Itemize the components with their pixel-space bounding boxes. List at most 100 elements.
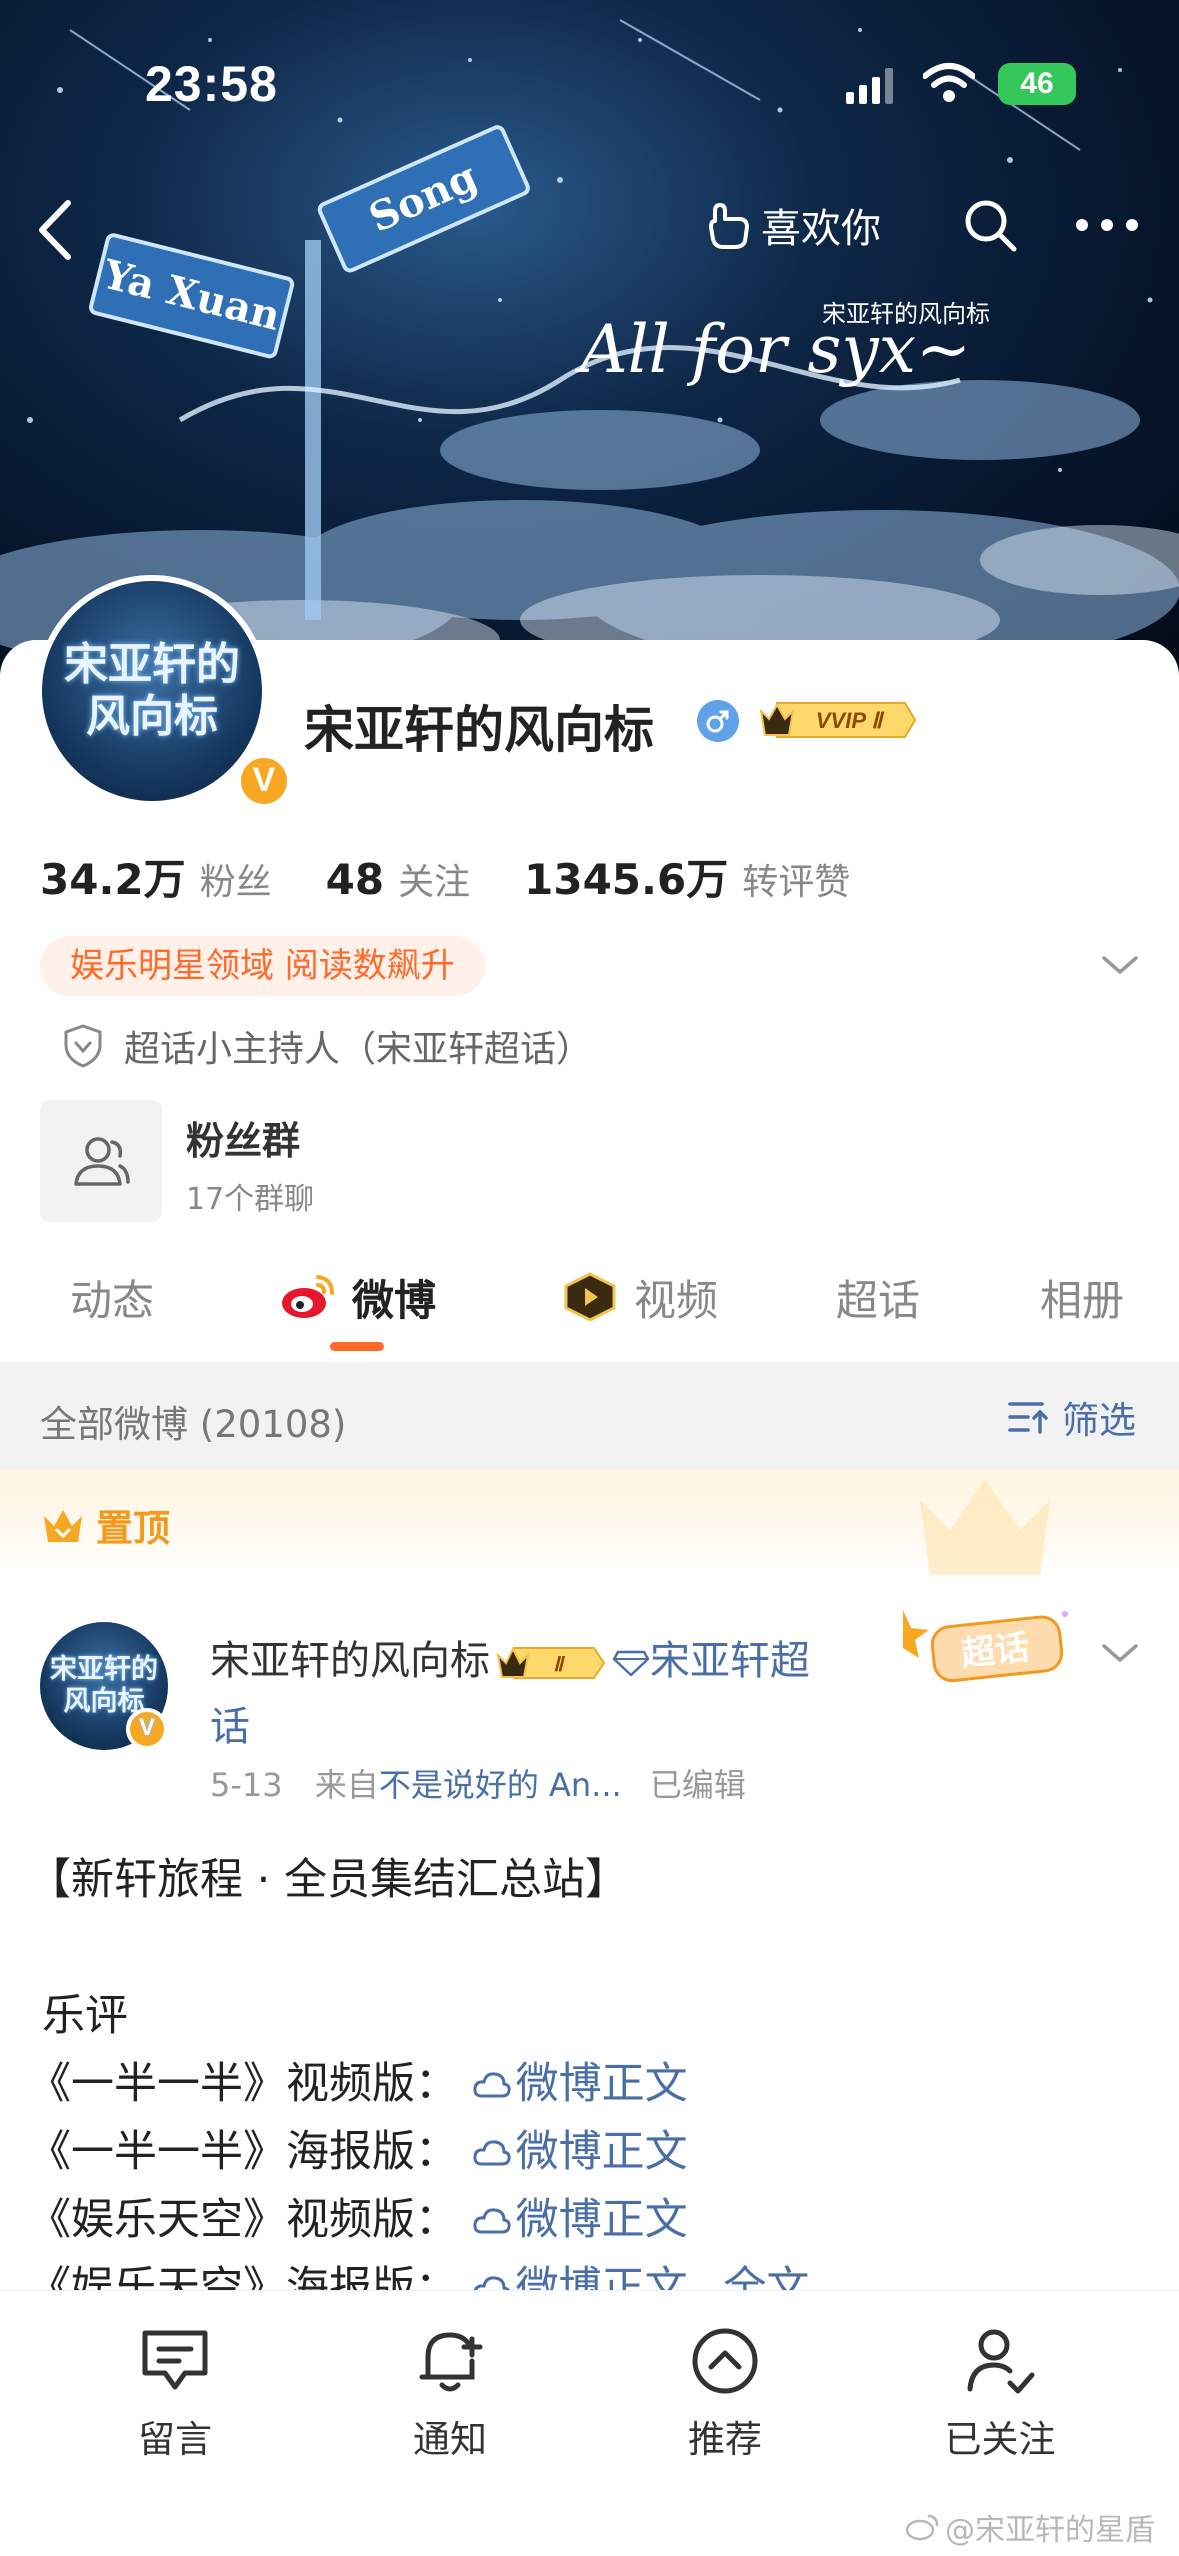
post-item-link[interactable]: 微博正文: [472, 2059, 688, 2109]
bell-plus-icon: [419, 2332, 483, 2392]
post-item-link[interactable]: 微博正文: [472, 2127, 688, 2177]
weibo-watermark: @宋亚轩的星盾: [905, 2505, 1155, 2549]
post-item-label: 《娱乐天空》视频版：: [28, 2195, 458, 2245]
post-source-prefix: 来自: [314, 1766, 379, 1804]
post-item-label: 《一半一半》视频版：: [28, 2059, 458, 2109]
profile-name: 宋亚轩的风向标: [304, 701, 654, 759]
comment-label: 留言: [138, 2418, 212, 2461]
trending-tag[interactable]: 娱乐明星领域 阅读数飙升: [40, 936, 485, 996]
post-meta: 5-13 来自不是说好的 An... 已编辑: [210, 1760, 746, 1806]
post-title: 【新轩旅程 · 全员集结汇总站】: [28, 1855, 629, 1905]
tab-weibo[interactable]: 微博: [278, 1262, 436, 1332]
following-count[interactable]: 48: [326, 855, 384, 904]
filter-label: 筛选: [1062, 1399, 1136, 1442]
back-arrow-icon[interactable]: [30, 195, 80, 265]
supertalk-host-row[interactable]: 超话小主持人（宋亚轩超话）: [62, 1020, 592, 1072]
recommend-label: 推荐: [688, 2418, 762, 2461]
chevron-down-icon[interactable]: [1100, 952, 1140, 978]
following-status-button[interactable]: 已关注: [900, 2321, 1100, 2463]
avatar-image: 宋亚轩的 风向标: [42, 581, 262, 801]
post-body[interactable]: 【新轩旅程 · 全员集结汇总站】 乐评 《一半一半》视频版： 微博正文 《一半一…: [28, 1846, 1148, 2322]
cellular-signal-icon: [846, 68, 893, 104]
crown-icon: [44, 1510, 82, 1542]
pinned-header: 置顶: [0, 1470, 1179, 1580]
interactions-label: 转评赞: [742, 862, 851, 903]
tab-album[interactable]: 相册: [1040, 1262, 1124, 1332]
like-you-label: 喜欢你: [761, 206, 881, 252]
following-label[interactable]: 关注: [398, 853, 470, 905]
post-edited-label: 已编辑: [649, 1766, 746, 1804]
user-check-icon: [967, 2329, 1035, 2394]
search-icon[interactable]: [960, 195, 1020, 255]
crown-decoration-icon: [920, 1480, 1050, 1575]
weibo-logo-icon: [282, 1275, 334, 1318]
watermark-text: @宋亚轩的星盾: [945, 2513, 1155, 2548]
filter-button[interactable]: 筛选: [1006, 1390, 1136, 1444]
supertalk-host-label: 超话小主持人（宋亚轩超话）: [124, 1029, 593, 1070]
post-author-block: 宋亚轩的风向标 Ⅱ 宋亚轩超话: [210, 1628, 830, 1760]
filter-sort-icon: [1008, 1402, 1048, 1434]
tab-dynamics-label: 动态: [70, 1275, 155, 1325]
profile-avatar[interactable]: 宋亚轩的 风向标 V: [36, 575, 292, 809]
chevron-up-circle-icon: [692, 2328, 758, 2394]
tab-dynamics[interactable]: 动态: [70, 1262, 154, 1332]
profile-tabs: 动态 微博 视频 超话 相册: [0, 1262, 1179, 1352]
post-source-link[interactable]: 不是说好的 An...: [379, 1766, 622, 1804]
post-item: 《一半一半》视频版： 微博正文: [28, 2050, 1148, 2118]
tab-supertalk[interactable]: 超话: [836, 1262, 920, 1332]
interactions-count: 1345.6万: [524, 855, 729, 904]
post-menu-chevron-icon[interactable]: [1100, 1640, 1140, 1666]
notify-button[interactable]: 通知: [350, 2321, 550, 2463]
weibo-watermark-icon: [905, 2514, 939, 2541]
fan-group-title[interactable]: 粉丝群: [186, 1110, 300, 1165]
all-posts-count: 全部微博 (20108): [40, 1403, 347, 1446]
post-section-label: 乐评: [42, 1991, 128, 2041]
fan-group-icon-box[interactable]: [40, 1100, 162, 1222]
post-avatar-text-line1: 宋亚轩的: [50, 1654, 158, 1685]
following-status-label: 已关注: [944, 2418, 1056, 2461]
tab-album-label: 相册: [1040, 1275, 1125, 1325]
cloud-link-icon: [473, 2140, 511, 2166]
video-play-icon: [564, 1272, 616, 1322]
fan-group-subtitle: 17个群聊: [186, 1182, 315, 1217]
avatar-text-line1: 宋亚轩的: [64, 639, 240, 690]
pinned-label: 置顶: [96, 1507, 170, 1550]
hand-heart-icon: [709, 203, 749, 249]
more-options-icon[interactable]: [1072, 210, 1142, 240]
post-item-label: 《一半一半》海报版：: [28, 2127, 458, 2177]
recommend-button[interactable]: 推荐: [625, 2321, 825, 2463]
comment-icon: [142, 2330, 208, 2390]
followers-count[interactable]: 34.2万: [40, 846, 186, 907]
post-verified-v-icon: V: [126, 1708, 168, 1750]
like-you-button[interactable]: 喜欢你: [705, 195, 881, 255]
battery-indicator: 46: [998, 63, 1076, 105]
followers-label[interactable]: 粉丝: [200, 853, 272, 905]
supertalk-sticker: 超话: [903, 1610, 1068, 1683]
pinned-label-group: 置顶: [40, 1498, 170, 1552]
post-date: 5-13: [210, 1766, 283, 1804]
active-tab-indicator: [330, 1342, 384, 1351]
banner-title-script: All for syx~: [574, 311, 971, 388]
comment-button[interactable]: 留言: [75, 2321, 275, 2463]
wifi-icon: [923, 63, 975, 102]
vip-crown-badge: Ⅱ: [496, 1646, 606, 1679]
group-users-icon: [74, 1137, 130, 1186]
post-author-name[interactable]: 宋亚轩的风向标: [210, 1638, 490, 1684]
avatar-text-line2: 风向标: [86, 691, 218, 742]
vvip-badge[interactable]: VVIP Ⅱ: [757, 697, 917, 743]
post-item: 《一半一半》海报版： 微博正文: [28, 2118, 1148, 2186]
verified-v-icon: V: [236, 753, 292, 809]
tab-video[interactable]: 视频: [560, 1262, 718, 1332]
cloud-link-icon: [473, 2072, 511, 2098]
post-item-link[interactable]: 微博正文: [472, 2195, 688, 2245]
diamond-icon: [612, 1650, 650, 1677]
tab-weibo-label: 微博: [352, 1275, 437, 1325]
post-author-avatar[interactable]: 宋亚轩的 风向标 V: [40, 1622, 168, 1750]
profile-stats: 34.2万 粉丝 48 关注 1345.6万 转评赞: [40, 846, 904, 907]
post-item-link-text: 微博正文: [515, 2059, 688, 2109]
sticker-text: 超话: [959, 1628, 1031, 1675]
post-item-link-text: 微博正文: [515, 2195, 688, 2245]
post-item-link-text: 微博正文: [515, 2127, 688, 2177]
post-item: 《娱乐天空》视频版： 微博正文: [28, 2186, 1148, 2254]
